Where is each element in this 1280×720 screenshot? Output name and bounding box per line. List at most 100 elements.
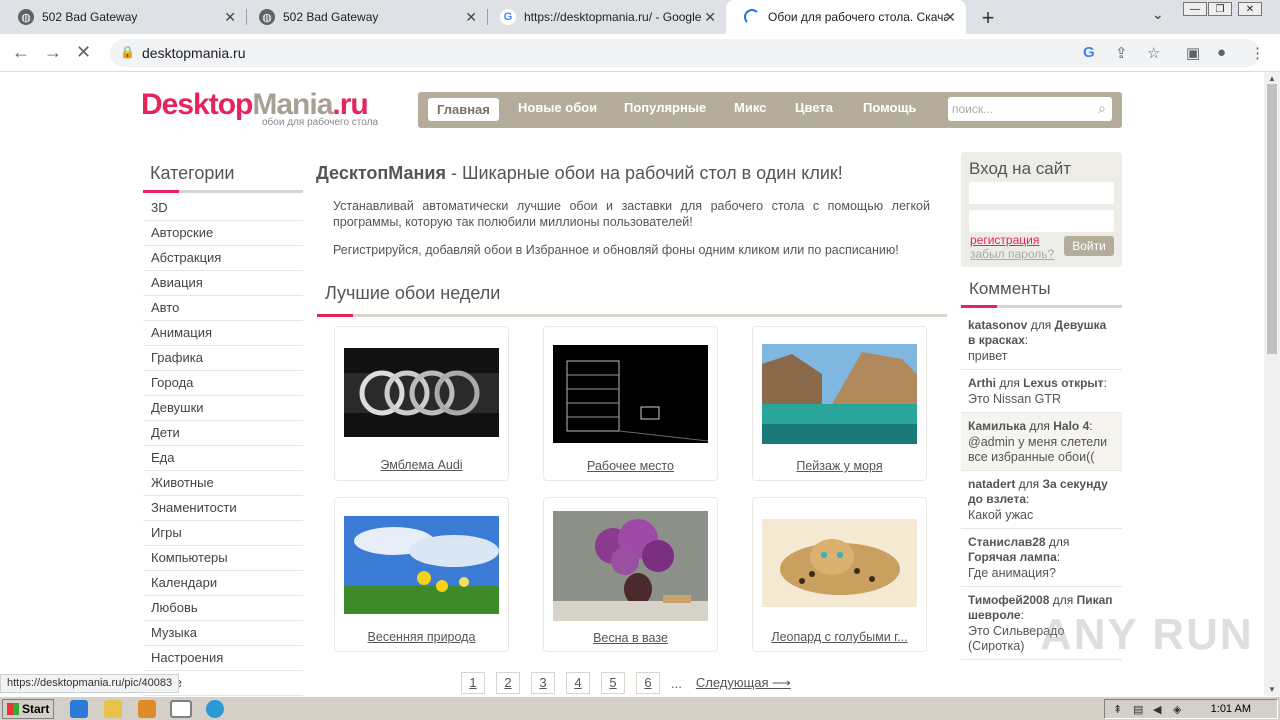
category-link[interactable]: 3D — [143, 196, 303, 221]
close-icon[interactable]: ✕ — [224, 9, 236, 26]
category-link[interactable]: Анимация — [143, 321, 303, 346]
wallpaper-caption[interactable]: Пейзаж у моря — [753, 459, 926, 473]
login-username-field[interactable] — [969, 182, 1114, 204]
edge-icon[interactable] — [206, 700, 224, 718]
wallpaper-thumbnail-spring-nature[interactable] — [344, 516, 499, 614]
nav-home[interactable]: Главная — [428, 98, 499, 121]
new-tab-button[interactable]: + — [976, 5, 1000, 31]
wallpaper-caption[interactable]: Весна в вазе — [544, 631, 717, 645]
wallpaper-card[interactable]: Весенняя природа — [334, 497, 509, 652]
volume-icon[interactable]: ◀ — [1153, 703, 1161, 716]
wallpaper-card[interactable]: Весна в вазе — [543, 497, 718, 652]
browser-tab[interactable]: ◍ 502 Bad Gateway ✕ — [241, 0, 487, 34]
wallpaper-card[interactable]: Рабочее место — [543, 326, 718, 481]
wallpaper-thumbnail-workplace[interactable] — [553, 345, 708, 443]
search-icon[interactable]: ⌕ — [1098, 100, 1106, 117]
category-link[interactable]: Города — [143, 371, 303, 396]
menu-icon[interactable]: ⋮ — [1250, 44, 1265, 62]
nav-new[interactable]: Новые обои — [518, 100, 597, 115]
minimize-button[interactable]: — — [1183, 2, 1207, 16]
page-link[interactable]: 2 — [496, 672, 520, 694]
stop-icon[interactable]: ✕ — [76, 42, 91, 63]
wallpaper-caption[interactable]: Рабочее место — [544, 459, 717, 473]
tray-arrow-icon[interactable]: ⇞ — [1113, 703, 1122, 716]
page-link[interactable]: 5 — [601, 672, 625, 694]
category-link[interactable]: Графика — [143, 346, 303, 371]
comment-user[interactable]: Станислав28 — [968, 535, 1046, 549]
browser-tab[interactable]: G https://desktopmania.ru/ - Google Sh ✕ — [482, 0, 726, 34]
browser-tab[interactable]: ◍ 502 Bad Gateway ✕ — [0, 0, 246, 34]
browser-tab-active[interactable]: Обои для рабочего стола. Скачать ✕ — [726, 0, 966, 34]
wallpaper-thumbnail-audi[interactable] — [344, 348, 499, 437]
page-link[interactable]: 1 — [461, 672, 485, 694]
wallpaper-caption[interactable]: Весенняя природа — [335, 630, 508, 644]
comment-user[interactable]: Тимофей2008 — [968, 593, 1049, 607]
category-link[interactable]: Животные — [143, 471, 303, 496]
folder-icon[interactable] — [104, 700, 122, 718]
login-button[interactable]: Войти — [1064, 236, 1114, 256]
ie-icon[interactable] — [70, 700, 88, 718]
category-link[interactable]: Знаменитости — [143, 496, 303, 521]
category-link[interactable]: Любовь — [143, 596, 303, 621]
google-lens-icon[interactable]: G — [1083, 44, 1095, 61]
nav-mix[interactable]: Микс — [734, 100, 766, 115]
category-link[interactable]: Игры — [143, 521, 303, 546]
nav-popular[interactable]: Популярные — [624, 100, 706, 115]
category-link[interactable]: Авиация — [143, 271, 303, 296]
next-page-link[interactable]: Следующая ⟶ — [696, 675, 791, 691]
wallpaper-card[interactable]: Эмблема Audi — [334, 326, 509, 481]
comment-target[interactable]: Halo 4 — [1053, 419, 1089, 433]
profile-icon[interactable]: ● — [1217, 44, 1226, 61]
register-link[interactable]: регистрация — [970, 233, 1039, 247]
comment-target[interactable]: Lexus открыт — [1023, 376, 1103, 390]
scroll-thumb[interactable] — [1267, 84, 1277, 354]
category-link[interactable]: Дети — [143, 421, 303, 446]
start-button[interactable]: Start — [2, 699, 54, 719]
comment-target[interactable]: Горячая лампа — [968, 550, 1057, 564]
category-link[interactable]: Компьютеры — [143, 546, 303, 571]
category-link[interactable]: Еда — [143, 446, 303, 471]
nav-help[interactable]: Помощь — [863, 100, 916, 115]
media-player-icon[interactable] — [138, 700, 156, 718]
scroll-down-icon[interactable]: ▼ — [1268, 685, 1276, 694]
category-link[interactable]: Девушки — [143, 396, 303, 421]
close-window-button[interactable]: ✕ — [1238, 2, 1262, 16]
category-link[interactable]: Авто — [143, 296, 303, 321]
star-icon[interactable]: ☆ — [1147, 44, 1160, 62]
chevron-down-icon[interactable]: ⌄ — [1152, 6, 1164, 23]
close-icon[interactable]: ✕ — [944, 9, 956, 26]
page-link[interactable]: 6 — [636, 672, 660, 694]
security-icon[interactable]: ◈ — [1173, 703, 1181, 716]
search-input[interactable]: поиск... ⌕ — [948, 97, 1112, 121]
back-icon[interactable]: ← — [12, 42, 30, 63]
comment-user[interactable]: Arthi — [968, 376, 996, 390]
page-scrollbar[interactable]: ▲ ▼ — [1264, 72, 1280, 696]
comment-user[interactable]: Камилька — [968, 419, 1026, 433]
network-icon[interactable]: ▤ — [1133, 703, 1143, 716]
page-link[interactable]: 3 — [531, 672, 555, 694]
forward-icon[interactable]: → — [44, 42, 62, 63]
nav-colors[interactable]: Цвета — [795, 100, 833, 115]
comment-user[interactable]: natadert — [968, 477, 1015, 491]
comment-user[interactable]: katasonov — [968, 318, 1027, 332]
wallpaper-caption[interactable]: Эмблема Audi — [335, 458, 508, 472]
scroll-up-icon[interactable]: ▲ — [1268, 74, 1276, 83]
close-icon[interactable]: ✕ — [704, 9, 716, 26]
category-link[interactable]: Абстракция — [143, 246, 303, 271]
page-link[interactable]: 4 — [566, 672, 590, 694]
side-panel-icon[interactable]: ▣ — [1186, 44, 1200, 62]
maximize-button[interactable]: ❐ — [1208, 2, 1232, 16]
wallpaper-card[interactable]: Пейзаж у моря — [752, 326, 927, 481]
wallpaper-thumbnail-sea[interactable] — [762, 344, 917, 444]
wallpaper-thumbnail-leopard[interactable] — [762, 519, 917, 607]
category-link[interactable]: Авторские — [143, 221, 303, 246]
category-link[interactable]: Настроения — [143, 646, 303, 671]
login-password-field[interactable] — [969, 210, 1114, 232]
close-icon[interactable]: ✕ — [465, 9, 477, 26]
category-link[interactable]: Календари — [143, 571, 303, 596]
share-icon[interactable]: ⇪ — [1115, 44, 1128, 62]
chrome-icon[interactable] — [170, 700, 192, 718]
wallpaper-card[interactable]: Леопард с голубыми г... — [752, 497, 927, 652]
wallpaper-thumbnail-vase[interactable] — [553, 511, 708, 621]
forgot-password-link[interactable]: забыл пароль? — [970, 247, 1054, 261]
